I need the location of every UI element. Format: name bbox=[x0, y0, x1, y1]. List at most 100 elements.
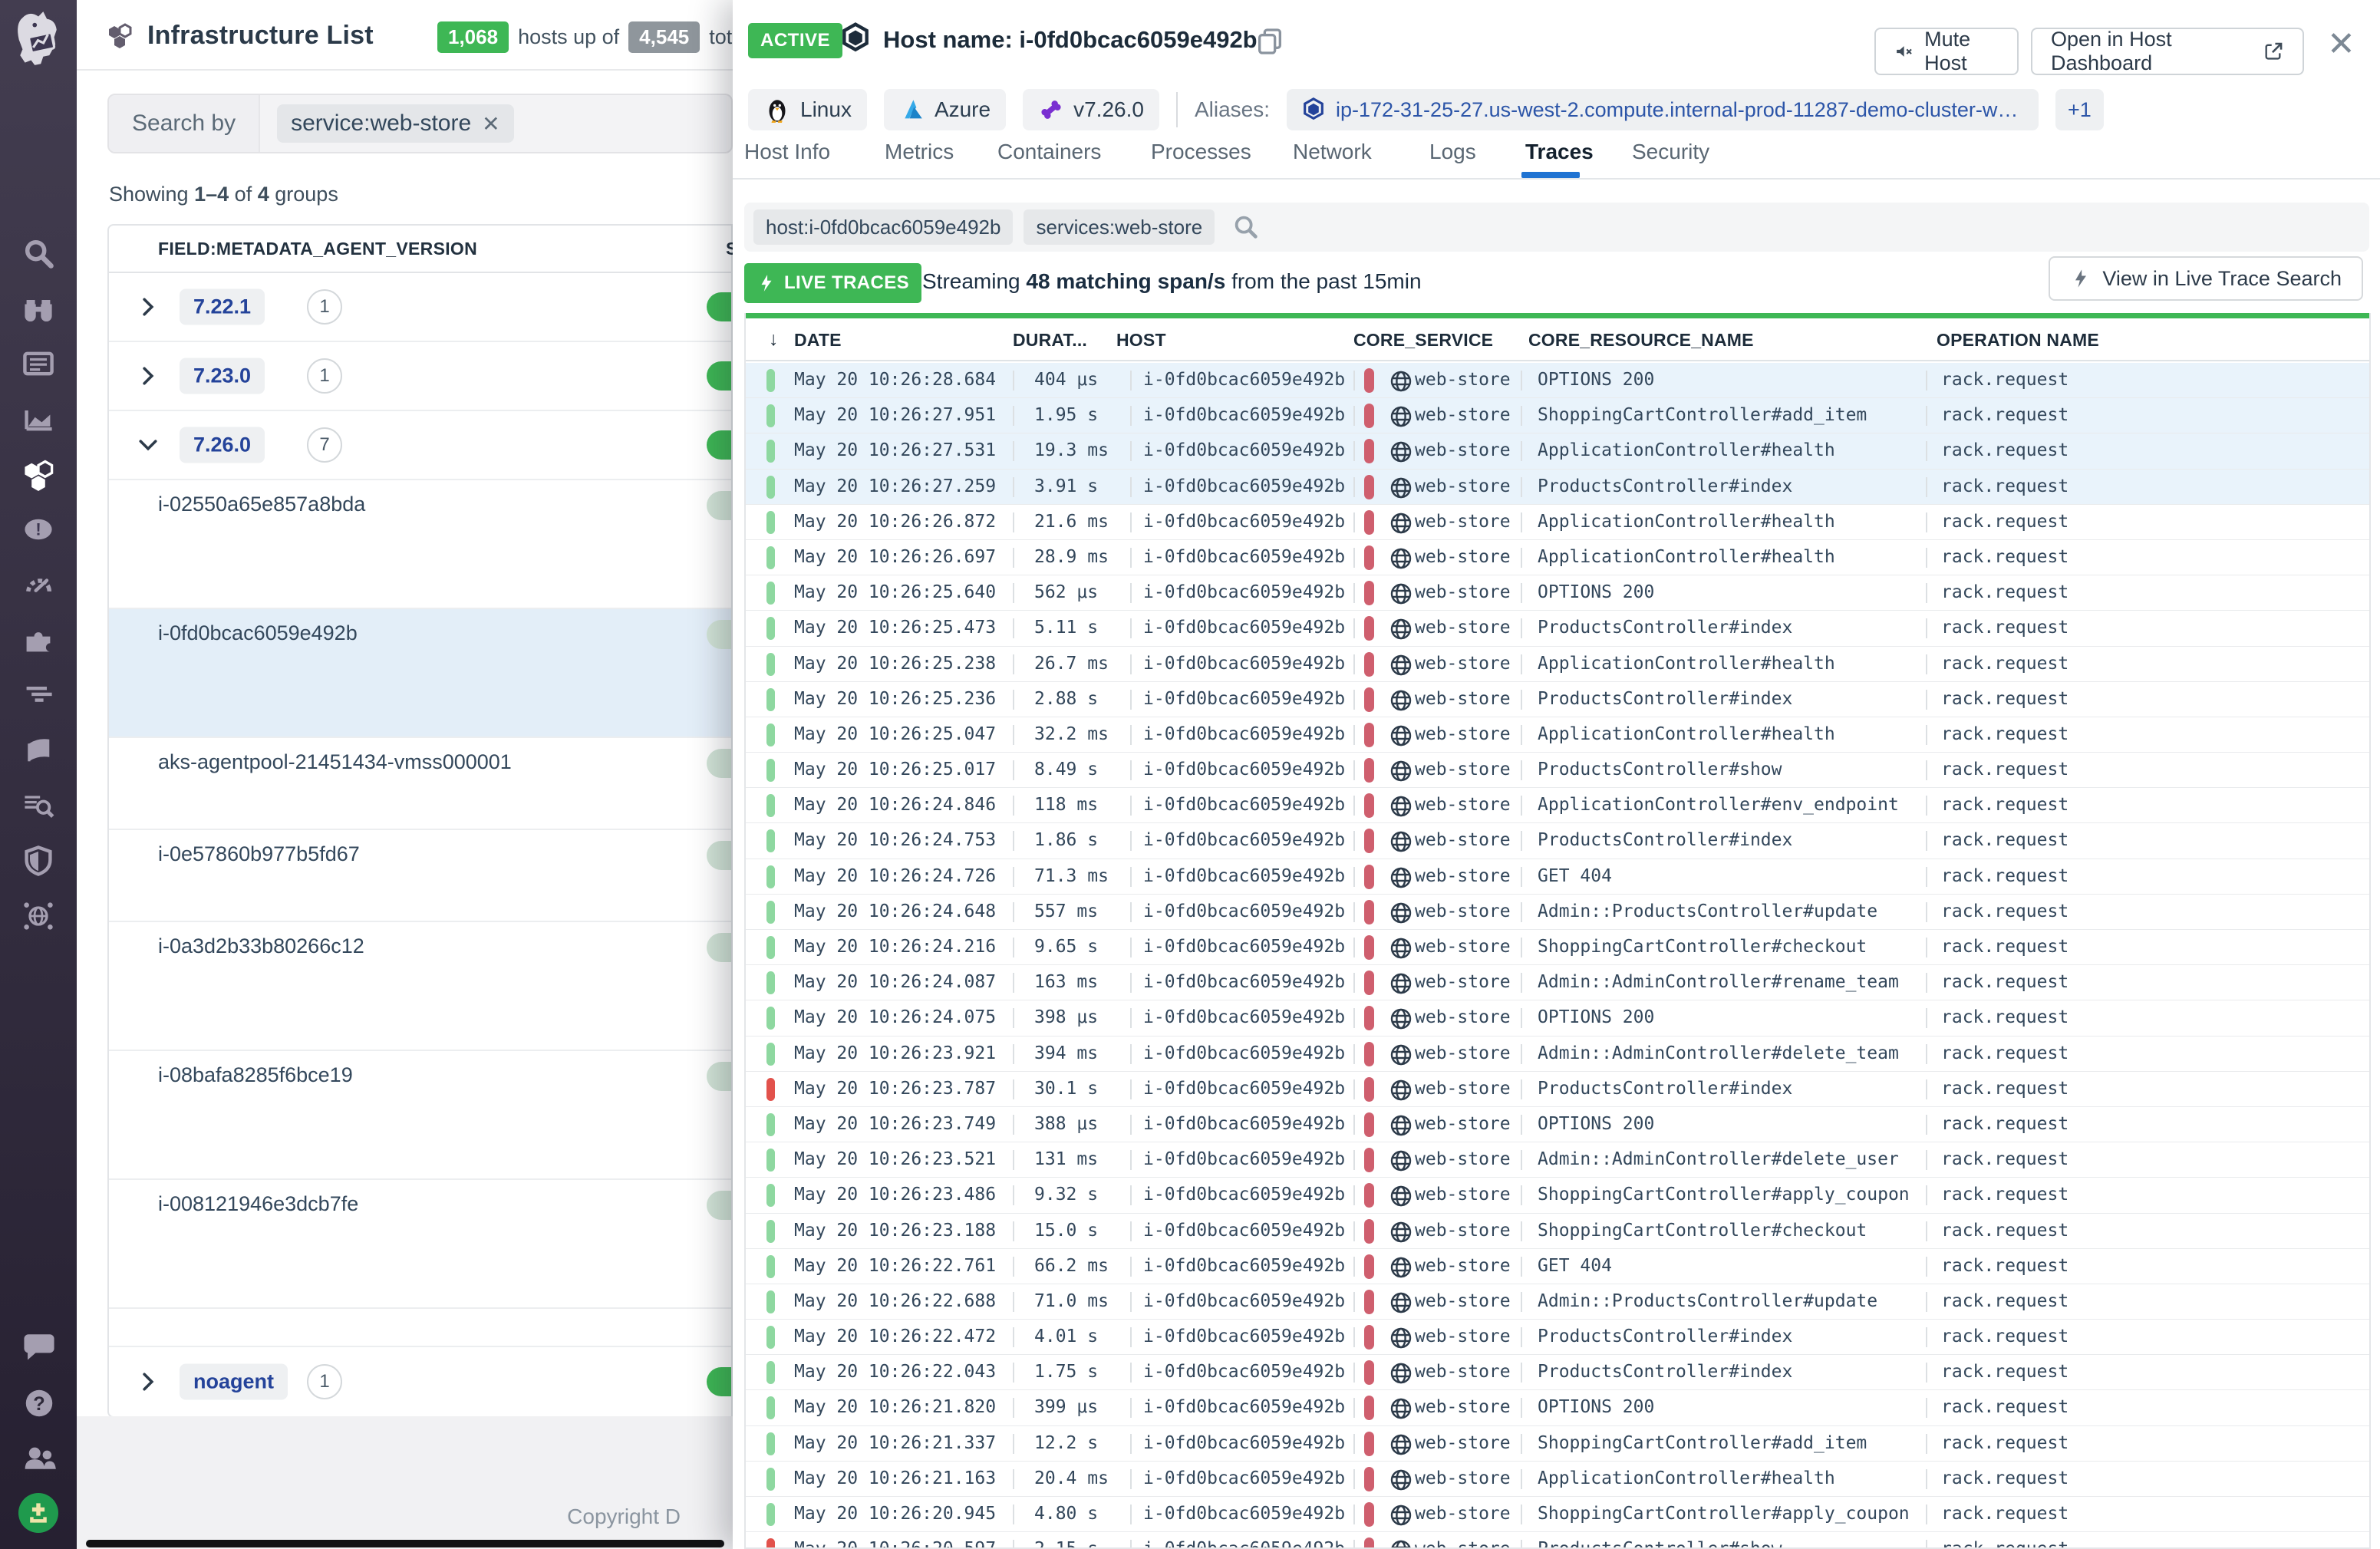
trace-row[interactable]: May 20 10:26:21.16320.4 msi-0fd0bcac6059… bbox=[746, 1462, 2369, 1497]
column-header-date[interactable]: DATE bbox=[794, 330, 842, 351]
trace-row[interactable]: May 20 10:26:26.87221.6 msi-0fd0bcac6059… bbox=[746, 505, 2369, 540]
network-map-icon[interactable] bbox=[21, 899, 55, 933]
trace-row[interactable]: May 20 10:26:24.087163 msi-0fd0bcac6059e… bbox=[746, 965, 2369, 1000]
trace-row[interactable]: May 20 10:26:26.69728.9 msi-0fd0bcac6059… bbox=[746, 540, 2369, 575]
host-name-link[interactable]: aks-agentpool-21451434-vmss000001 bbox=[158, 750, 512, 774]
group-row[interactable]: noagent1 bbox=[109, 1347, 731, 1416]
trace-row[interactable]: May 20 10:26:24.648557 msi-0fd0bcac6059e… bbox=[746, 895, 2369, 930]
group-row[interactable]: 7.26.07 bbox=[109, 411, 731, 480]
trace-row[interactable]: May 20 10:26:23.749388 μsi-0fd0bcac6059e… bbox=[746, 1107, 2369, 1142]
flame-graph-icon[interactable] bbox=[21, 678, 55, 712]
sort-descending-icon[interactable]: ↓ bbox=[769, 328, 779, 351]
trace-filter-chip[interactable]: services:web-store bbox=[1024, 209, 1215, 245]
host-row[interactable]: i-0e57860b977b5fd67 bbox=[109, 830, 731, 922]
mute-host-button[interactable]: Mute Host bbox=[1874, 28, 2019, 75]
host-row[interactable]: i-0fd0bcac6059e492b bbox=[109, 609, 731, 738]
agent-version-link[interactable]: 7.26.0 bbox=[180, 427, 265, 463]
host-name-link[interactable]: i-008121946e3dcb7fe bbox=[158, 1192, 358, 1216]
trace-row[interactable]: May 20 10:26:25.640562 μsi-0fd0bcac6059e… bbox=[746, 575, 2369, 611]
alias-chip[interactable]: ip-172-31-25-27.us-west-2.compute.intern… bbox=[1287, 89, 2039, 130]
column-header-core-resource-name[interactable]: CORE_RESOURCE_NAME bbox=[1528, 330, 1754, 351]
column-header-durat-[interactable]: DURAT... bbox=[1013, 330, 1087, 351]
trace-search-bar[interactable]: host:i-0fd0bcac6059e492b services:web-sto… bbox=[744, 203, 2369, 252]
trace-row[interactable]: May 20 10:26:24.7531.86 si-0fd0bcac6059e… bbox=[746, 823, 2369, 859]
close-panel-icon[interactable]: ✕ bbox=[2327, 28, 2355, 61]
column-header-core-service[interactable]: CORE_SERVICE bbox=[1353, 330, 1493, 351]
trace-row[interactable]: May 20 10:26:27.9511.95 si-0fd0bcac6059e… bbox=[746, 398, 2369, 433]
host-name-link[interactable]: i-08bafa8285f6bce19 bbox=[158, 1063, 353, 1087]
trace-row[interactable]: May 20 10:26:22.4724.01 si-0fd0bcac6059e… bbox=[746, 1320, 2369, 1355]
host-name-link[interactable]: i-0fd0bcac6059e492b bbox=[158, 621, 358, 645]
service-filter-chip[interactable]: service:web-store ✕ bbox=[277, 104, 514, 143]
trace-row[interactable]: May 20 10:26:27.2593.91 si-0fd0bcac6059e… bbox=[746, 470, 2369, 505]
trace-row[interactable]: May 20 10:26:20.5972.15 si-0fd0bcac6059e… bbox=[746, 1532, 2369, 1549]
alias-more-chip[interactable]: +1 bbox=[2055, 89, 2104, 130]
chevron-right-icon[interactable] bbox=[138, 366, 158, 386]
host-row[interactable]: i-008121946e3dcb7fe bbox=[109, 1180, 731, 1309]
open-host-dashboard-button[interactable]: Open in Host Dashboard bbox=[2031, 28, 2304, 75]
tab-security[interactable]: Security bbox=[1632, 140, 1709, 164]
trace-row[interactable]: May 20 10:26:28.684404 μsi-0fd0bcac6059e… bbox=[746, 363, 2369, 398]
agent-version-link[interactable]: noagent bbox=[180, 1364, 288, 1400]
column-header-operation-name[interactable]: OPERATION NAME bbox=[1937, 330, 2099, 351]
trace-row[interactable]: May 20 10:26:20.9454.80 si-0fd0bcac6059e… bbox=[746, 1497, 2369, 1532]
remove-filter-icon[interactable]: ✕ bbox=[482, 111, 499, 137]
tab-network[interactable]: Network bbox=[1293, 140, 1372, 164]
datadog-logo-icon[interactable] bbox=[9, 9, 68, 68]
copy-icon[interactable] bbox=[1254, 26, 1285, 57]
trace-row[interactable]: May 20 10:26:23.921394 msi-0fd0bcac6059e… bbox=[746, 1037, 2369, 1072]
tab-processes[interactable]: Processes bbox=[1151, 140, 1251, 164]
os-chip[interactable]: Linux bbox=[748, 89, 867, 130]
group-row[interactable]: 7.23.01 bbox=[109, 342, 731, 411]
tab-traces[interactable]: Traces bbox=[1525, 140, 1594, 164]
search-icon[interactable] bbox=[21, 236, 55, 270]
users-icon[interactable] bbox=[21, 1441, 55, 1475]
trace-row[interactable]: May 20 10:26:22.0431.75 si-0fd0bcac6059e… bbox=[746, 1355, 2369, 1390]
trace-row[interactable]: May 20 10:26:25.2362.88 si-0fd0bcac6059e… bbox=[746, 682, 2369, 717]
horizontal-scrollbar[interactable] bbox=[86, 1540, 724, 1547]
chevron-right-icon[interactable] bbox=[138, 1372, 158, 1392]
help-icon[interactable]: ? bbox=[21, 1386, 55, 1419]
trace-row[interactable]: May 20 10:26:25.23826.7 msi-0fd0bcac6059… bbox=[746, 647, 2369, 682]
infra-search-bar[interactable]: Search by service:web-store ✕ bbox=[107, 94, 733, 153]
view-live-trace-search-button[interactable]: View in Live Trace Search bbox=[2049, 256, 2363, 301]
tab-logs[interactable]: Logs bbox=[1429, 140, 1476, 164]
log-explorer-icon[interactable] bbox=[21, 789, 55, 822]
host-row[interactable]: i-0a3d2b33b80266c12 bbox=[109, 922, 731, 1051]
agent-version-link[interactable]: 7.22.1 bbox=[180, 289, 265, 325]
watchdog-icon[interactable] bbox=[21, 292, 55, 325]
trace-row[interactable]: May 20 10:26:23.18815.0 si-0fd0bcac6059e… bbox=[746, 1214, 2369, 1249]
notebooks-icon[interactable] bbox=[21, 733, 55, 767]
trace-row[interactable]: May 20 10:26:27.53119.3 msi-0fd0bcac6059… bbox=[746, 433, 2369, 469]
trace-row[interactable]: May 20 10:26:24.846118 msi-0fd0bcac6059e… bbox=[746, 788, 2369, 823]
trace-row[interactable]: May 20 10:26:24.075398 μsi-0fd0bcac6059e… bbox=[746, 1000, 2369, 1036]
trace-row[interactable]: May 20 10:26:24.72671.3 msi-0fd0bcac6059… bbox=[746, 859, 2369, 895]
metrics-icon[interactable] bbox=[21, 402, 55, 436]
agent-version-chip[interactable]: v7.26.0 bbox=[1023, 89, 1159, 130]
agent-version-link[interactable]: 7.23.0 bbox=[180, 358, 265, 394]
chevron-down-icon[interactable] bbox=[138, 435, 158, 455]
host-row[interactable]: i-08bafa8285f6bce19 bbox=[109, 1051, 731, 1180]
install-agent-icon[interactable] bbox=[18, 1493, 58, 1533]
group-row[interactable]: 7.22.11 bbox=[109, 273, 731, 342]
host-row[interactable]: aks-agentpool-21451434-vmss000001 bbox=[109, 738, 731, 830]
trace-filter-chip[interactable]: host:i-0fd0bcac6059e492b bbox=[753, 209, 1013, 245]
chat-icon[interactable] bbox=[21, 1327, 55, 1361]
host-name-link[interactable]: i-02550a65e857a8bda bbox=[158, 493, 365, 516]
tab-host-info[interactable]: Host Info bbox=[744, 140, 830, 164]
trace-row[interactable]: May 20 10:26:23.4869.32 si-0fd0bcac6059e… bbox=[746, 1178, 2369, 1213]
trace-row[interactable]: May 20 10:26:22.68871.0 msi-0fd0bcac6059… bbox=[746, 1284, 2369, 1320]
chevron-right-icon[interactable] bbox=[138, 297, 158, 317]
trace-row[interactable]: May 20 10:26:23.521131 msi-0fd0bcac6059e… bbox=[746, 1142, 2369, 1178]
host-row[interactable]: i-02550a65e857a8bda bbox=[109, 480, 731, 609]
tab-metrics[interactable]: Metrics bbox=[885, 140, 954, 164]
trace-row[interactable]: May 20 10:26:21.33712.2 si-0fd0bcac6059e… bbox=[746, 1426, 2369, 1462]
column-header-host[interactable]: HOST bbox=[1116, 330, 1166, 351]
integrations-icon[interactable] bbox=[21, 623, 55, 657]
host-name-link[interactable]: i-0e57860b977b5fd67 bbox=[158, 842, 360, 866]
trace-row[interactable]: May 20 10:26:25.0178.49 si-0fd0bcac6059e… bbox=[746, 753, 2369, 788]
tab-containers[interactable]: Containers bbox=[997, 140, 1101, 164]
monitors-icon[interactable]: ! bbox=[21, 512, 55, 546]
trace-row[interactable]: May 20 10:26:21.820399 μsi-0fd0bcac6059e… bbox=[746, 1390, 2369, 1425]
trace-row[interactable]: May 20 10:26:23.78730.1 si-0fd0bcac6059e… bbox=[746, 1072, 2369, 1107]
